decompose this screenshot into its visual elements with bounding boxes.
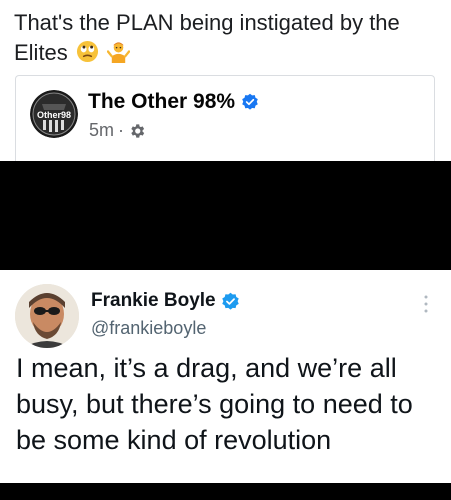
page-name-label[interactable]: The Other 98% (88, 90, 235, 114)
tweet-screenshot: Frankie Boyle @frankieboyle I mean, it’s… (0, 270, 451, 483)
black-band (0, 161, 451, 270)
tweet-handle: @frankieboyle (91, 318, 207, 338)
post-meta: 5m · (89, 120, 146, 141)
gear-icon (131, 123, 145, 138)
meta-separator: · (118, 120, 125, 140)
more-options-icon (424, 295, 428, 313)
person-shrugging-icon (107, 42, 131, 63)
face-with-rolling-eyes-icon (76, 40, 98, 63)
tweet-author-label: Frankie Boyle (91, 290, 216, 311)
page-logo-image: Other98 (30, 90, 78, 138)
page-name[interactable]: The Other 98% (88, 90, 259, 114)
verified-badge-icon (242, 93, 258, 110)
tweet-author-name: Frankie Boyle (91, 290, 240, 312)
page-avatar[interactable]: Other98 (30, 90, 78, 138)
tweet-avatar[interactable] (15, 284, 79, 348)
black-band (0, 483, 451, 500)
post-message: That's the PLAN being instigated by the … (14, 10, 400, 65)
post-time[interactable]: 5m (89, 120, 114, 141)
verified-badge-icon (221, 292, 239, 310)
shared-post-card[interactable]: Other98 The Other 98% 5m · (15, 75, 435, 170)
page-avatar-text: Other98 (37, 110, 71, 120)
profile-photo-image (15, 284, 79, 348)
tweet-text: I mean, it’s a drag, and we’re all busy,… (16, 353, 413, 455)
post-text: That's the PLAN being instigated by the … (14, 8, 439, 68)
